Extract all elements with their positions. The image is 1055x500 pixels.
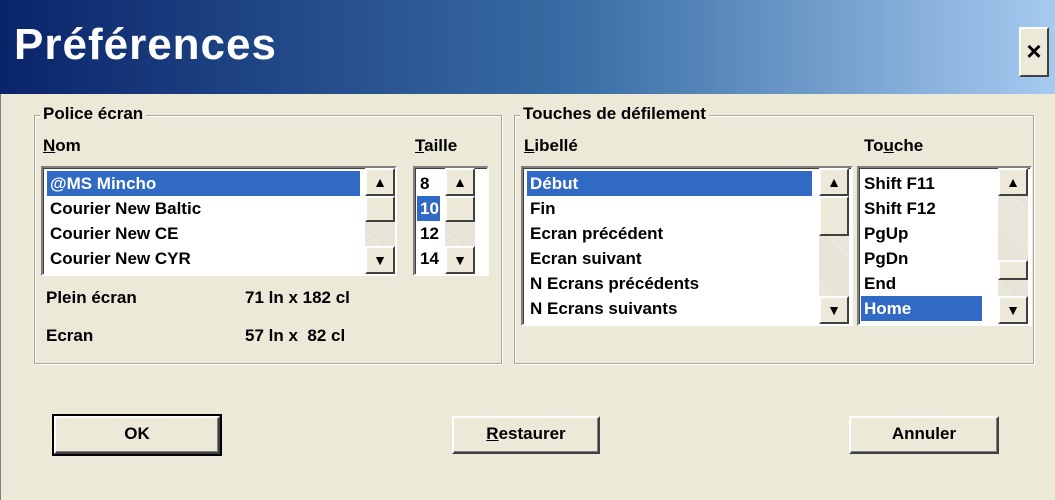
- scroll-up-icon: ▲: [373, 174, 387, 190]
- close-icon: ×: [1026, 36, 1042, 66]
- list-item[interactable]: Ecran précédent: [527, 221, 663, 246]
- list-item[interactable]: N Ecrans précédents: [527, 271, 699, 296]
- list-item[interactable]: 14: [417, 246, 439, 271]
- list-item[interactable]: PgUp: [861, 221, 908, 246]
- list-item[interactable]: 8: [417, 171, 429, 196]
- list-item[interactable]: Courier New Baltic: [47, 196, 201, 221]
- scroll-up-button[interactable]: ▲: [365, 168, 395, 196]
- police-ecran-title: Police écran: [40, 104, 147, 124]
- close-button[interactable]: ×: [1019, 27, 1049, 77]
- scroll-up-button[interactable]: ▲: [445, 168, 475, 196]
- scroll-down-button[interactable]: ▼: [445, 246, 475, 274]
- list-item[interactable]: Shift F11: [861, 171, 935, 196]
- font-size-listbox[interactable]: 8 10 12 14 ▲ ▼: [413, 166, 489, 276]
- ok-button[interactable]: OK: [52, 414, 222, 456]
- annuler-button[interactable]: Annuler: [849, 416, 999, 454]
- scroll-down-icon: ▼: [453, 252, 467, 268]
- plein-ecran-label: Plein écran: [46, 288, 137, 307]
- list-item[interactable]: Courier New CE: [47, 221, 178, 246]
- list-item[interactable]: Ecran suivant: [527, 246, 642, 271]
- font-size-scrollbar[interactable]: ▲ ▼: [445, 168, 475, 274]
- scroll-up-icon: ▲: [1006, 174, 1020, 190]
- scroll-down-button[interactable]: ▼: [819, 296, 849, 324]
- title-bar[interactable]: Préférences: [0, 0, 1055, 94]
- libelle-label: Libellé: [524, 136, 578, 155]
- list-item[interactable]: Fin: [527, 196, 556, 221]
- list-item[interactable]: @MS Mincho: [47, 171, 360, 196]
- ecran-label: Ecran: [46, 326, 94, 345]
- scroll-thumb[interactable]: [998, 260, 1028, 280]
- plein-ecran-value: 71 ln x 182 cl: [245, 288, 350, 307]
- nom-label: Nom: [43, 136, 81, 155]
- scroll-up-icon: ▲: [453, 174, 467, 190]
- scroll-down-icon: ▼: [827, 302, 841, 318]
- touche-scrollbar[interactable]: ▲ ▼: [998, 168, 1028, 324]
- scroll-up-button[interactable]: ▲: [998, 168, 1028, 196]
- list-item[interactable]: Début: [527, 171, 812, 196]
- window-title: Préférences: [14, 20, 277, 69]
- scroll-down-icon: ▼: [373, 252, 387, 268]
- list-item[interactable]: N Ecrans suivants: [527, 296, 677, 321]
- scroll-down-icon: ▼: [1006, 302, 1020, 318]
- touche-listbox[interactable]: Shift F11 Shift F12 PgUp PgDn End Home ▲…: [857, 166, 1032, 326]
- ecran-value: 57 ln x 82 cl: [245, 326, 346, 345]
- scroll-thumb[interactable]: [445, 196, 475, 222]
- touches-defilement-title: Touches de défilement: [520, 104, 709, 124]
- touche-label: Touche: [864, 136, 924, 155]
- font-name-listbox[interactable]: @MS Mincho Courier New Baltic Courier Ne…: [41, 166, 397, 276]
- list-item[interactable]: 12: [417, 221, 439, 246]
- scroll-up-button[interactable]: ▲: [819, 168, 849, 196]
- taille-label: Taille: [415, 136, 458, 155]
- scroll-down-button[interactable]: ▼: [998, 296, 1028, 324]
- list-item[interactable]: 10: [417, 196, 440, 221]
- restaurer-button[interactable]: Restaurer: [452, 416, 600, 454]
- scroll-up-icon: ▲: [827, 174, 841, 190]
- font-name-scrollbar[interactable]: ▲ ▼: [365, 168, 395, 274]
- list-item[interactable]: PgDn: [861, 246, 908, 271]
- scroll-down-button[interactable]: ▼: [365, 246, 395, 274]
- list-item[interactable]: End: [861, 271, 896, 296]
- list-item[interactable]: Home: [861, 296, 982, 321]
- list-item[interactable]: Shift F12: [861, 196, 936, 221]
- scroll-thumb[interactable]: [365, 196, 395, 222]
- libelle-listbox[interactable]: Début Fin Ecran précédent Ecran suivant …: [521, 166, 853, 326]
- scroll-thumb[interactable]: [819, 196, 849, 236]
- list-item[interactable]: Courier New CYR: [47, 246, 191, 271]
- libelle-scrollbar[interactable]: ▲ ▼: [819, 168, 849, 324]
